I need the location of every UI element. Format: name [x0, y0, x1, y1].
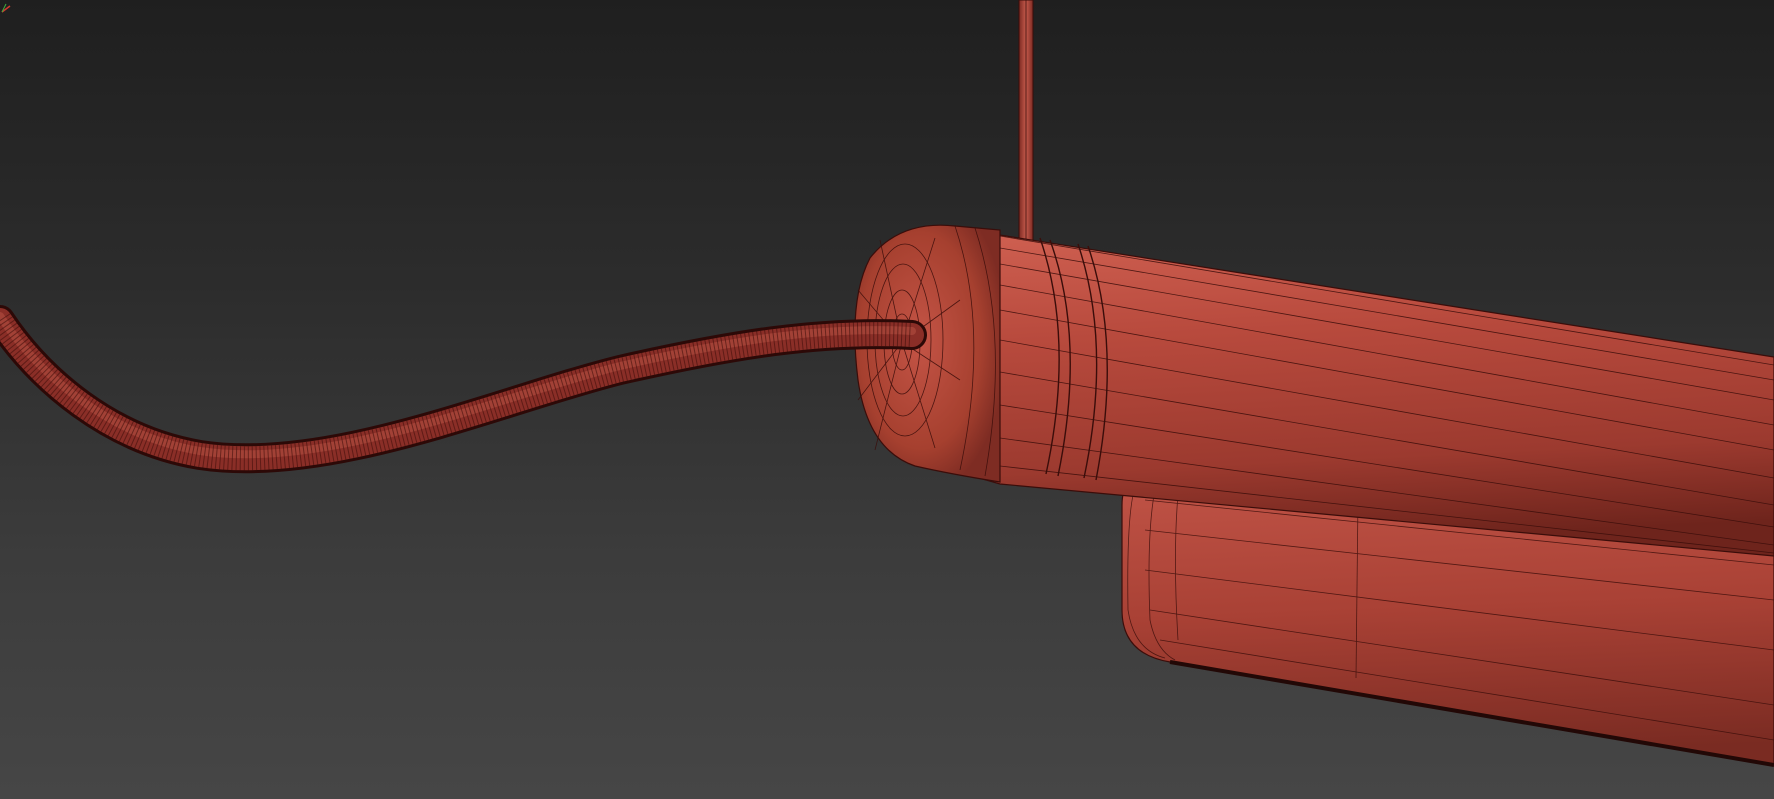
end-cap[interactable] [854, 224, 1001, 483]
tube-body[interactable] [944, 227, 1774, 557]
hanging-rod[interactable] [1018, 0, 1034, 246]
power-cable[interactable] [0, 305, 927, 474]
3d-viewport[interactable] [0, 0, 1774, 799]
axis-tripod-icon [1, 3, 11, 13]
scene-render[interactable] [0, 0, 1774, 799]
